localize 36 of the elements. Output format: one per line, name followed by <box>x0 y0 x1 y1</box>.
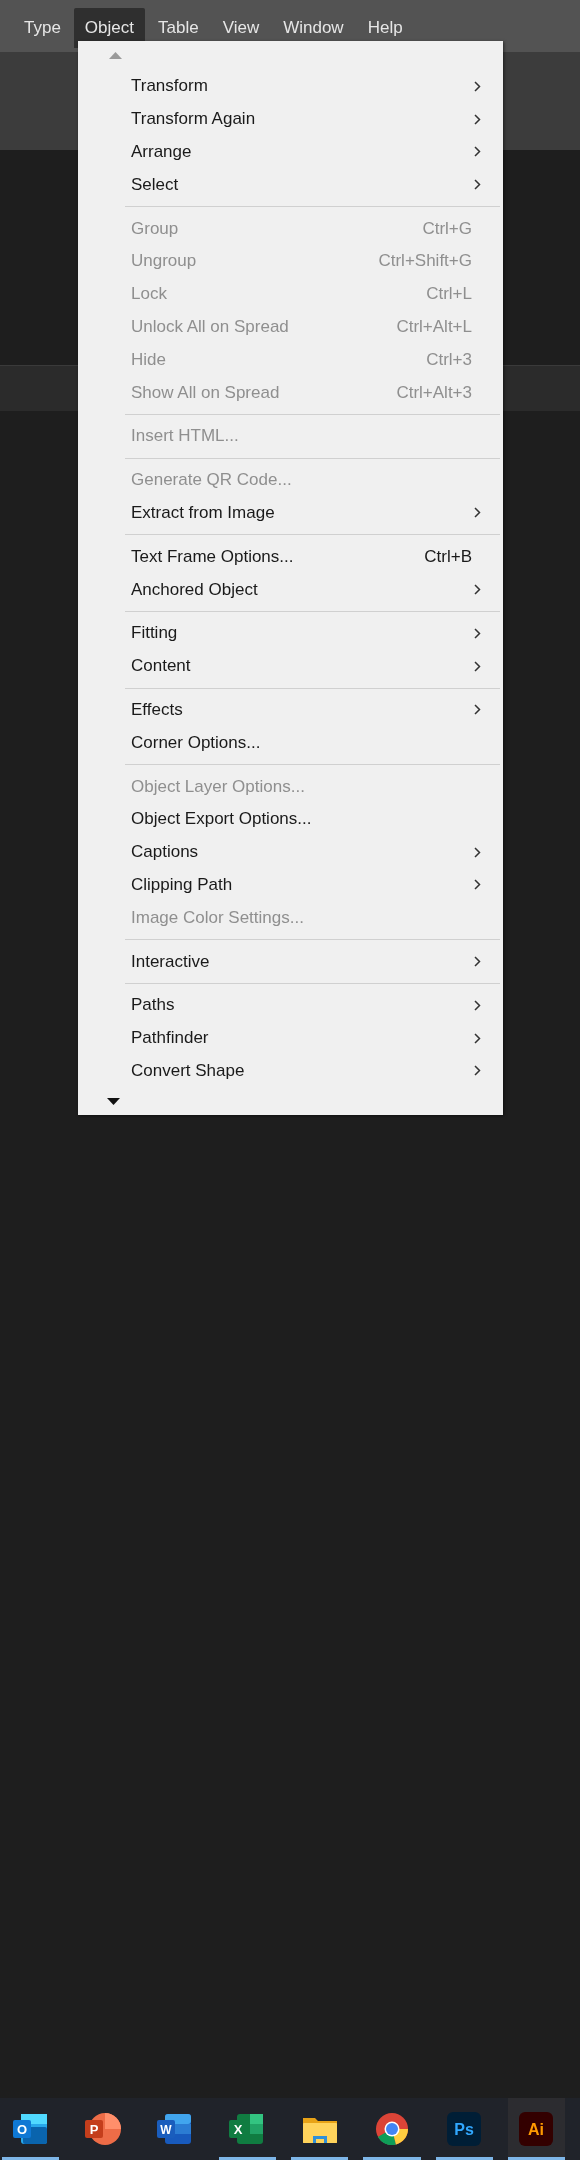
shortcut-text: Ctrl+L <box>426 284 472 305</box>
menu-item[interactable]: Fitting <box>78 616 503 650</box>
menu-bar-item[interactable]: Type <box>13 8 72 48</box>
menu-item[interactable]: Transform Again <box>78 102 503 136</box>
menu-item[interactable]: Interactive <box>78 945 503 978</box>
menu-item[interactable]: Text Frame Options... Ctrl+B <box>78 540 503 574</box>
shortcut-text: Ctrl+B <box>424 546 472 567</box>
taskbar-button[interactable]: Ai <box>507 2098 565 2160</box>
menu-item[interactable]: Select <box>78 168 503 202</box>
taskbar-button[interactable]: O <box>2 2098 60 2160</box>
menu-item[interactable]: Object Export Options... <box>78 802 503 836</box>
taskbar-button[interactable]: P <box>74 2098 132 2160</box>
photo-editor-icon: Ps <box>446 2111 483 2146</box>
menu-item[interactable]: Captions <box>78 835 503 869</box>
shortcut-text: Ctrl+3 <box>426 349 472 370</box>
menu-item[interactable]: Corner Options... <box>78 726 503 760</box>
menu-item[interactable]: Effects <box>78 693 503 727</box>
scroll-down-icon[interactable] <box>107 1097 120 1105</box>
menu-item[interactable]: Pathfinder <box>78 1021 503 1055</box>
shortcut-text: Ctrl+G <box>422 218 472 239</box>
taskbar-button[interactable]: W <box>146 2098 204 2160</box>
shortcut-text: Ctrl+Alt+3 <box>396 382 472 403</box>
menu-item[interactable]: Content <box>78 649 503 683</box>
taskbar-button[interactable]: X <box>218 2098 276 2160</box>
menu-item[interactable]: Extract from Image <box>78 496 503 530</box>
menu-item[interactable]: Clipping Path <box>78 868 503 902</box>
menu-item[interactable]: Convert Shape <box>78 1054 503 1088</box>
shortcut-text: Ctrl+Alt+L <box>396 316 472 337</box>
menu-item[interactable]: Transform <box>78 70 503 103</box>
taskbar-button[interactable]: Ps <box>435 2098 493 2160</box>
browser-icon <box>373 2111 410 2146</box>
menu-item[interactable]: Paths <box>78 988 503 1022</box>
menu-item[interactable]: Arrange <box>78 135 503 169</box>
menu-item[interactable]: Anchored Object <box>78 573 503 606</box>
vector-app-icon: Ai <box>518 2111 555 2146</box>
shortcut-text: Ctrl+Shift+G <box>378 251 472 272</box>
